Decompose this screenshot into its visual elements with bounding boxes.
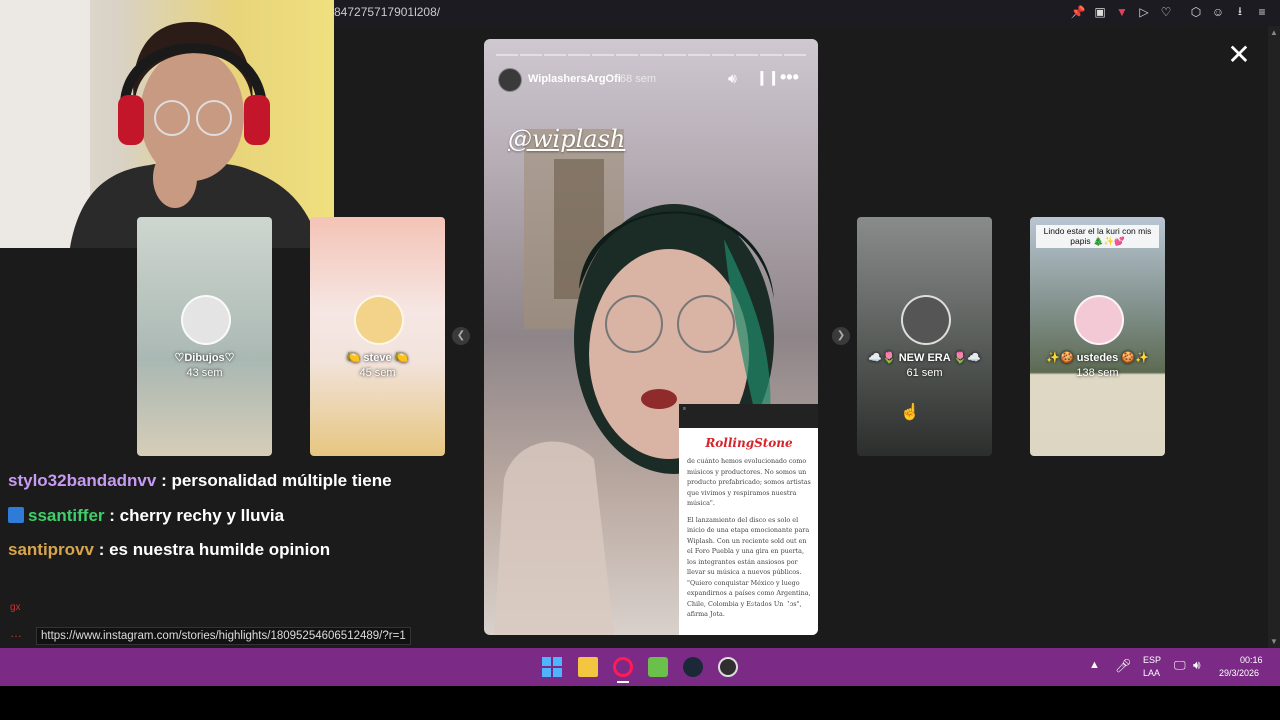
story-progress-segment (568, 54, 590, 56)
network-icon[interactable]: 🖵︎ (1174, 658, 1186, 673)
status-bar-url: https://www.instagram.com/stories/highli… (36, 627, 411, 645)
clock-date[interactable]: 29/3/2026 (1219, 668, 1259, 678)
share-icon[interactable]: ➤ (780, 595, 793, 613)
article-screenshot: ≡ RollingStone de cuánto hemos evolucion… (679, 404, 818, 635)
highlight-avatar (354, 295, 404, 345)
android-icon[interactable] (648, 657, 668, 677)
pin-icon[interactable]: 📌 (1070, 4, 1086, 20)
highlight-title: ✨🍪 ustedes 🍪✨ (1046, 352, 1149, 364)
story-progress-segment (544, 54, 566, 56)
pause-icon[interactable]: ❙❙ (756, 69, 779, 86)
story-progress-segment (688, 54, 710, 56)
chat-badge-icon (8, 507, 24, 523)
clock-time[interactable]: 00:16 (1240, 655, 1263, 665)
story-username[interactable]: WiplashersArgOfi (528, 73, 621, 85)
steam-icon[interactable] (683, 657, 703, 677)
scrollbar[interactable]: ▲ ▼ (1268, 26, 1280, 648)
volume-tray-icon[interactable]: 🔊︎ (1193, 658, 1201, 673)
mouse-cursor-icon: ☝ (900, 404, 920, 421)
highlight-age: 45 sem (359, 367, 396, 379)
highlight-age: 43 sem (186, 367, 223, 379)
chat-message: stylo32bandadnvv : personalidad múltiple… (8, 471, 392, 491)
download-icon[interactable]: ⭳ (1232, 4, 1248, 20)
story-progress-segment (496, 54, 518, 56)
story-progress-segment (784, 54, 806, 56)
highlight-title: 🍋 steve 🍋 (346, 352, 409, 364)
active-app-indicator (617, 681, 629, 683)
phone-status-bar: ≡ (679, 404, 818, 428)
obs-icon[interactable] (718, 657, 738, 677)
highlight-card-dibujos[interactable]: ♡Dibujos♡ 43 sem (137, 217, 272, 456)
tray-chevron-icon[interactable]: ▲ (1089, 659, 1100, 671)
story-progress-segment (520, 54, 542, 56)
file-explorer-icon[interactable] (578, 657, 598, 677)
story-avatar[interactable] (498, 68, 522, 92)
story-progress-segment (592, 54, 614, 56)
sidebar-label-gx[interactable]: gx (10, 602, 21, 613)
highlight-title: ♡Dibujos♡ (174, 352, 235, 364)
story-progress-segment (640, 54, 662, 56)
story-progress-segment (712, 54, 734, 56)
play-icon[interactable]: ▷ (1136, 4, 1152, 20)
chat-username: stylo32bandadnvv (8, 471, 157, 490)
scroll-up-icon[interactable]: ▲ (1270, 28, 1278, 37)
highlight-card-new-era[interactable]: ☁️🌷 NEW ERA 🌷☁️ 61 sem (857, 217, 992, 456)
opera-gx-icon[interactable] (613, 657, 633, 677)
close-icon[interactable]: ✕ (1226, 41, 1252, 69)
webcam-feed (0, 0, 334, 248)
volume-icon[interactable]: 🔊︎ (728, 70, 737, 87)
microphone-icon[interactable]: 🎤︎ (1115, 658, 1132, 674)
story-progress-segment (616, 54, 638, 56)
story-time: 68 sem (620, 73, 657, 85)
chat-text: : es nuestra humilde opinion (98, 540, 331, 559)
streamer-silhouette (0, 0, 320, 248)
windows-start-icon[interactable] (542, 657, 562, 677)
highlight-caption: Lindo estar el la kuri con mis papis 🎄✨💕 (1036, 225, 1159, 248)
highlight-avatar (901, 295, 951, 345)
chat-message: ssantiffer : cherry rechy y lluvia (8, 506, 284, 526)
article-brand: RollingStone (705, 436, 793, 450)
story-progress-segment (760, 54, 782, 56)
screenshot-icon[interactable]: ▣ (1092, 4, 1108, 20)
heart-icon[interactable]: ♡ (1158, 4, 1174, 20)
highlight-avatar (1074, 295, 1124, 345)
highlight-title: ☁️🌷 NEW ERA 🌷☁️ (868, 352, 981, 364)
screen-border (0, 686, 1280, 720)
highlight-card-steve[interactable]: 🍋 steve 🍋 45 sem (310, 217, 445, 456)
keyboard-layout[interactable]: LAA (1143, 668, 1160, 678)
story-mention-sticker[interactable]: @wiplash (508, 125, 625, 153)
chat-username: santiprovv (8, 540, 94, 559)
previous-arrow-icon[interactable]: ❮ (452, 327, 470, 345)
language-indicator[interactable]: ESP (1143, 655, 1161, 665)
next-arrow-icon[interactable]: ❯ (832, 327, 850, 345)
extension-icon[interactable]: ⬡ (1188, 4, 1204, 20)
chat-username: ssantiffer (28, 506, 105, 525)
highlight-avatar (181, 295, 231, 345)
like-icon[interactable]: ♡ (750, 595, 764, 615)
chat-text: : personalidad múltiple tiene (161, 471, 392, 490)
story-main[interactable]: WiplashersArgOfi 68 sem 🔊︎ ❙❙ ••• @wipla… (484, 39, 818, 635)
highlight-age: 61 sem (906, 367, 943, 379)
highlight-age: 138 sem (1076, 367, 1119, 379)
story-progress-segment (736, 54, 758, 56)
account-icon[interactable]: ☺ (1210, 4, 1226, 20)
scroll-down-icon[interactable]: ▼ (1270, 637, 1278, 646)
chat-text: : cherry rechy y lluvia (109, 506, 285, 525)
menu-icon[interactable]: ≡ (1254, 4, 1270, 20)
chat-message: santiprovv : es nuestra humilde opinion (8, 540, 330, 560)
taskbar: ▲ 🎤︎ ESP LAA 🖵︎ 🔊︎ 00:16 29/3/2026 (0, 648, 1280, 686)
more-options-icon[interactable]: ••• (780, 67, 799, 88)
highlight-card-ustedes[interactable]: Lindo estar el la kuri con mis papis 🎄✨💕… (1030, 217, 1165, 456)
article-paragraph-1: de cuánto hemos evolucionado como músico… (687, 457, 811, 507)
address-bar-text[interactable]: 847275717901l208/ (334, 5, 440, 19)
story-progress-segment (664, 54, 686, 56)
sidebar-more-icon[interactable]: … (10, 626, 22, 640)
pocket-icon[interactable]: ▼ (1114, 4, 1130, 20)
